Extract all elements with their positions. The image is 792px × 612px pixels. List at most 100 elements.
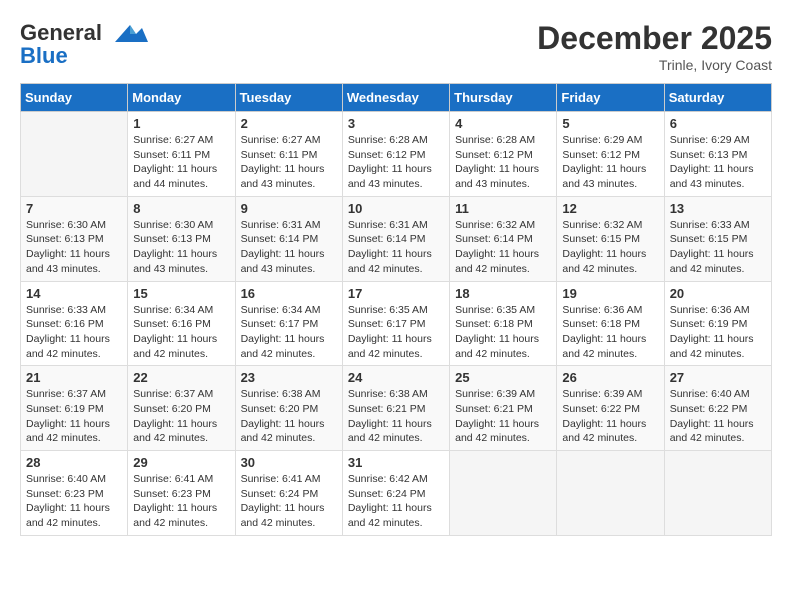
sunset-text: Sunset: 6:13 PM — [26, 232, 122, 247]
sunrise-text: Sunrise: 6:29 AM — [562, 133, 658, 148]
header-day-monday: Monday — [128, 84, 235, 112]
cell-info: Sunrise: 6:28 AMSunset: 6:12 PMDaylight:… — [348, 133, 444, 192]
sunrise-text: Sunrise: 6:37 AM — [26, 387, 122, 402]
day-number: 6 — [670, 116, 766, 131]
cell-info: Sunrise: 6:31 AMSunset: 6:14 PMDaylight:… — [348, 218, 444, 277]
sunrise-text: Sunrise: 6:27 AM — [133, 133, 229, 148]
calendar-cell: 16Sunrise: 6:34 AMSunset: 6:17 PMDayligh… — [235, 281, 342, 366]
calendar-cell: 22 Sunrise: 6:37 AMSunset: 6:20 PMDayligh… — [128, 366, 235, 451]
cell-info: Sunrise: 6:34 AMSunset: 6:16 PMDaylight:… — [133, 303, 229, 362]
calendar-cell: 24Sunrise: 6:38 AMSunset: 6:21 PMDayligh… — [342, 366, 449, 451]
cell-info: Sunrise: 6:40 AMSunset: 6:23 PMDaylight:… — [26, 472, 122, 531]
sunset-text: Sunset: 6:20 PM — [241, 402, 337, 417]
day-number: 22 — [133, 370, 229, 385]
calendar-cell: 19Sunrise: 6:36 AMSunset: 6:18 PMDayligh… — [557, 281, 664, 366]
calendar-cell: 6Sunrise: 6:29 AMSunset: 6:13 PMDaylight… — [664, 112, 771, 197]
cell-info: Sunrise: 6:36 AMSunset: 6:19 PMDaylight:… — [670, 303, 766, 362]
day-number: 16 — [241, 286, 337, 301]
calendar-cell: 5Sunrise: 6:29 AMSunset: 6:12 PMDaylight… — [557, 112, 664, 197]
week-row-2: 7Sunrise: 6:30 AMSunset: 6:13 PMDaylight… — [21, 196, 772, 281]
day-number: 20 — [670, 286, 766, 301]
header-day-thursday: Thursday — [450, 84, 557, 112]
sunset-text: Sunset: 6:17 PM — [241, 317, 337, 332]
sunset-text: Sunset: 6:11 PM — [241, 148, 337, 163]
daylight-text: Daylight: 11 hours and 42 minutes. — [133, 417, 229, 446]
sunset-text: Sunset: 6:20 PM — [133, 402, 229, 417]
daylight-text: Daylight: 11 hours and 42 minutes. — [670, 247, 766, 276]
sunset-text: Sunset: 6:14 PM — [241, 232, 337, 247]
daylight-text: Daylight: 11 hours and 43 minutes. — [26, 247, 122, 276]
sunset-text: Sunset: 6:12 PM — [348, 148, 444, 163]
sunset-text: Sunset: 6:24 PM — [348, 487, 444, 502]
calendar-cell: 20 Sunrise: 6:36 AMSunset: 6:19 PMDayligh… — [664, 281, 771, 366]
sunset-text: Sunset: 6:19 PM — [26, 402, 122, 417]
day-number: 4 — [455, 116, 551, 131]
sunset-text: Sunset: 6:23 PM — [133, 487, 229, 502]
day-number: 28 — [26, 455, 122, 470]
week-row-4: 21Sunrise: 6:37 AMSunset: 6:19 PMDayligh… — [21, 366, 772, 451]
page-header: General Blue December 2025 Trinle, Ivory… — [20, 20, 772, 73]
sunset-text: Sunset: 6:21 PM — [455, 402, 551, 417]
sunset-text: Sunset: 6:22 PM — [670, 402, 766, 417]
sunrise-text: Sunrise: 6:34 AM — [133, 303, 229, 318]
sunrise-text: Sunrise: 6:40 AM — [670, 387, 766, 402]
cell-info: Sunrise: 6:41 AMSunset: 6:24 PMDaylight:… — [241, 472, 337, 531]
sunset-text: Sunset: 6:13 PM — [670, 148, 766, 163]
day-number: 13 — [670, 201, 766, 216]
day-number: 15 — [133, 286, 229, 301]
sunrise-text: Sunrise: 6:39 AM — [455, 387, 551, 402]
cell-info: Sunrise: 6:36 AMSunset: 6:18 PMDaylight:… — [562, 303, 658, 362]
calendar-table: SundayMondayTuesdayWednesdayThursdayFrid… — [20, 83, 772, 536]
sunset-text: Sunset: 6:22 PM — [562, 402, 658, 417]
daylight-text: Daylight: 11 hours and 42 minutes. — [455, 332, 551, 361]
day-number: 7 — [26, 201, 122, 216]
cell-info: Sunrise: 6:37 AMSunset: 6:20 PMDaylight:… — [133, 387, 229, 446]
daylight-text: Daylight: 11 hours and 43 minutes. — [133, 247, 229, 276]
day-number: 26 — [562, 370, 658, 385]
day-number: 2 — [241, 116, 337, 131]
day-number: 25 — [455, 370, 551, 385]
sunrise-text: Sunrise: 6:31 AM — [348, 218, 444, 233]
sunset-text: Sunset: 6:12 PM — [455, 148, 551, 163]
daylight-text: Daylight: 11 hours and 43 minutes. — [241, 162, 337, 191]
day-number: 30 — [241, 455, 337, 470]
calendar-cell — [557, 451, 664, 536]
sunset-text: Sunset: 6:23 PM — [26, 487, 122, 502]
sunrise-text: Sunrise: 6:32 AM — [562, 218, 658, 233]
sunrise-text: Sunrise: 6:28 AM — [455, 133, 551, 148]
daylight-text: Daylight: 11 hours and 42 minutes. — [26, 501, 122, 530]
cell-info: Sunrise: 6:39 AMSunset: 6:22 PMDaylight:… — [562, 387, 658, 446]
day-number: 1 — [133, 116, 229, 131]
calendar-cell: 14Sunrise: 6:33 AMSunset: 6:16 PMDayligh… — [21, 281, 128, 366]
daylight-text: Daylight: 11 hours and 42 minutes. — [562, 332, 658, 361]
week-row-3: 14Sunrise: 6:33 AMSunset: 6:16 PMDayligh… — [21, 281, 772, 366]
daylight-text: Daylight: 11 hours and 44 minutes. — [133, 162, 229, 191]
logo-bird-icon — [110, 20, 148, 48]
cell-info: Sunrise: 6:41 AMSunset: 6:23 PMDaylight:… — [133, 472, 229, 531]
sunrise-text: Sunrise: 6:38 AM — [241, 387, 337, 402]
sunrise-text: Sunrise: 6:28 AM — [348, 133, 444, 148]
calendar-cell: 28 Sunrise: 6:40 AMSunset: 6:23 PMDayligh… — [21, 451, 128, 536]
daylight-text: Daylight: 11 hours and 43 minutes. — [241, 247, 337, 276]
logo-general: General — [20, 20, 102, 45]
day-number: 9 — [241, 201, 337, 216]
calendar-cell: 17Sunrise: 6:35 AMSunset: 6:17 PMDayligh… — [342, 281, 449, 366]
cell-info: Sunrise: 6:30 AMSunset: 6:13 PMDaylight:… — [133, 218, 229, 277]
sunrise-text: Sunrise: 6:30 AM — [133, 218, 229, 233]
day-number: 27 — [670, 370, 766, 385]
daylight-text: Daylight: 11 hours and 42 minutes. — [562, 417, 658, 446]
daylight-text: Daylight: 11 hours and 42 minutes. — [562, 247, 658, 276]
sunset-text: Sunset: 6:18 PM — [455, 317, 551, 332]
day-number: 14 — [26, 286, 122, 301]
calendar-cell: 26 Sunrise: 6:39 AMSunset: 6:22 PMDayligh… — [557, 366, 664, 451]
calendar-cell — [21, 112, 128, 197]
cell-info: Sunrise: 6:37 AMSunset: 6:19 PMDaylight:… — [26, 387, 122, 446]
cell-info: Sunrise: 6:29 AMSunset: 6:12 PMDaylight:… — [562, 133, 658, 192]
sunset-text: Sunset: 6:16 PM — [26, 317, 122, 332]
header-day-tuesday: Tuesday — [235, 84, 342, 112]
day-number: 12 — [562, 201, 658, 216]
cell-info: Sunrise: 6:38 AMSunset: 6:21 PMDaylight:… — [348, 387, 444, 446]
calendar-cell: 30 Sunrise: 6:41 AMSunset: 6:24 PMDayligh… — [235, 451, 342, 536]
calendar-cell: 4Sunrise: 6:28 AMSunset: 6:12 PMDaylight… — [450, 112, 557, 197]
calendar-cell: 9Sunrise: 6:31 AMSunset: 6:14 PMDaylight… — [235, 196, 342, 281]
